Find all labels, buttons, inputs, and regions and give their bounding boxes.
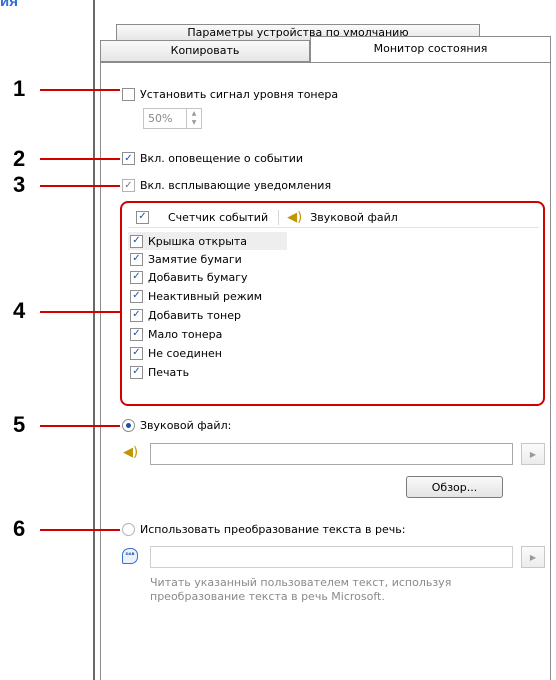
speaker-icon: ◀): [287, 209, 303, 225]
callout-number-1: 1: [13, 76, 26, 101]
callout-number-5: 5: [13, 412, 26, 437]
sound-file-option[interactable]: Звуковой файл:: [122, 419, 231, 432]
event-notify-label: Вкл. оповещение о событии: [140, 152, 304, 165]
event-item-add-toner[interactable]: Добавить тонер: [128, 306, 241, 324]
header-fragment: ия: [0, 0, 18, 10]
event-checkbox[interactable]: [130, 252, 143, 266]
tts-option[interactable]: Использовать преобразование текста в реч…: [122, 523, 405, 536]
play-icon[interactable]: ▶: [521, 546, 545, 568]
callout-number-3: 3: [13, 172, 26, 197]
callout-line-2: [40, 158, 120, 160]
event-checkbox[interactable]: [130, 346, 143, 360]
toner-alert-option[interactable]: Установить сигнал уровня тонера: [122, 88, 338, 101]
column-sound-file[interactable]: Звуковой файл: [310, 211, 398, 224]
popup-notify-checkbox[interactable]: [122, 179, 135, 192]
tts-description: Читать указанный пользователем текст, ис…: [150, 576, 452, 603]
event-label: Мало тонера: [148, 327, 223, 341]
tab-copy[interactable]: Копировать: [100, 40, 310, 62]
column-event-counter[interactable]: Счетчик событий: [168, 211, 268, 224]
stepper-arrows[interactable]: ▲ ▼: [186, 109, 201, 128]
toner-alert-checkbox[interactable]: [122, 88, 135, 101]
sound-file-radio[interactable]: [122, 419, 135, 432]
toner-level-stepper[interactable]: 50% ▲ ▼: [143, 108, 202, 129]
event-label: Крышка открыта: [148, 234, 248, 248]
event-label: Не соединен: [148, 346, 222, 360]
toner-alert-label: Установить сигнал уровня тонера: [140, 88, 339, 101]
event-item-offline[interactable]: Не соединен: [128, 344, 222, 362]
event-label: Неактивный режим: [148, 289, 263, 303]
event-notify-option[interactable]: Вкл. оповещение о событии: [122, 152, 303, 165]
stepper-up-icon[interactable]: ▲: [187, 109, 201, 118]
event-item-sleep-mode[interactable]: Неактивный режим: [128, 287, 262, 305]
sound-file-input[interactable]: [150, 443, 513, 465]
callout-line-5: [40, 425, 120, 427]
events-list: Счетчик событий ◀) Звуковой файл Крышка …: [120, 201, 545, 406]
event-checkbox[interactable]: [130, 270, 143, 284]
popup-notify-option[interactable]: Вкл. всплывающие уведомления: [122, 179, 331, 192]
speaker-icon: ◀): [123, 445, 139, 460]
select-all-checkbox[interactable]: [136, 210, 149, 224]
toner-level-value: 50%: [148, 112, 173, 125]
column-separator: [278, 209, 280, 225]
tts-text-input[interactable]: [150, 546, 513, 568]
sound-file-label: Звуковой файл:: [140, 419, 232, 432]
text-to-speech-icon: ᴰᴬᴮ: [122, 548, 138, 564]
event-item-paper-jam[interactable]: Замятие бумаги: [128, 250, 242, 268]
event-item-printing[interactable]: Печать: [128, 363, 189, 381]
left-border-line: [93, 0, 95, 680]
event-checkbox[interactable]: [130, 327, 143, 341]
event-label: Замятие бумаги: [148, 252, 242, 266]
event-label: Добавить бумагу: [148, 270, 248, 284]
stepper-down-icon[interactable]: ▼: [187, 118, 201, 127]
event-checkbox[interactable]: [130, 234, 143, 248]
callout-line-1: [40, 89, 120, 91]
events-list-header: Счетчик событий ◀) Звуковой файл: [128, 207, 539, 228]
browse-button[interactable]: Обзор...: [406, 476, 503, 498]
event-label: Печать: [148, 365, 190, 379]
tab-status-monitor[interactable]: Монитор состояния: [310, 36, 551, 63]
event-checkbox[interactable]: [130, 308, 143, 322]
callout-number-6: 6: [13, 516, 26, 541]
event-item-low-toner[interactable]: Мало тонера: [128, 325, 222, 343]
event-label: Добавить тонер: [148, 308, 241, 322]
callout-line-3: [40, 185, 120, 187]
popup-notify-label: Вкл. всплывающие уведомления: [140, 179, 332, 192]
callout-number-2: 2: [13, 146, 26, 171]
callout-line-4: [40, 311, 120, 313]
tts-label: Использовать преобразование текста в реч…: [140, 523, 406, 536]
play-icon[interactable]: ▶: [521, 443, 545, 465]
event-checkbox[interactable]: [130, 365, 143, 379]
callout-number-4: 4: [13, 298, 26, 323]
callout-line-6: [40, 529, 120, 531]
event-item-cover-open[interactable]: Крышка открыта: [128, 232, 287, 250]
event-checkbox[interactable]: [130, 289, 143, 303]
event-notify-checkbox[interactable]: [122, 152, 135, 165]
tts-radio[interactable]: [122, 523, 135, 536]
event-item-add-paper[interactable]: Добавить бумагу: [128, 268, 248, 286]
